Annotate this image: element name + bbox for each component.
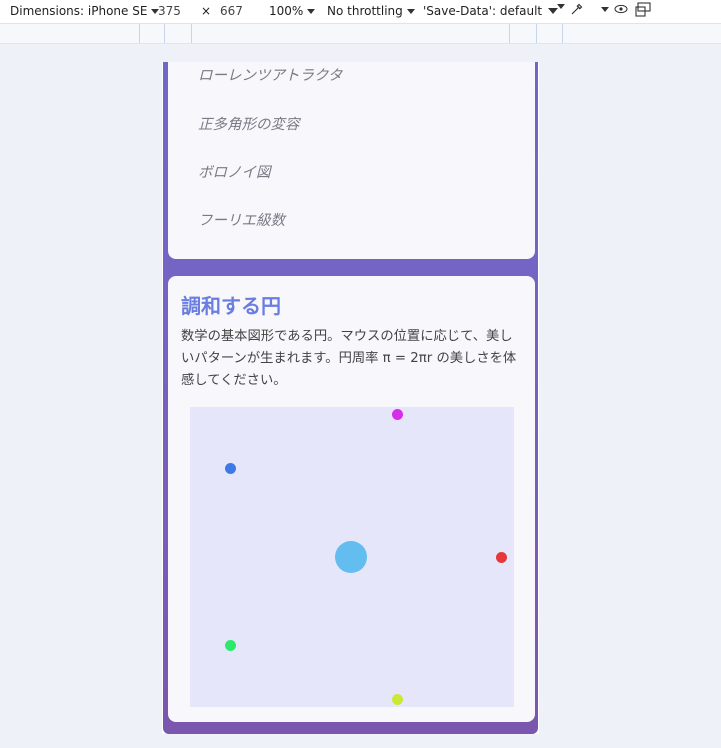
dot-blue (225, 463, 236, 474)
section-description: 数学の基本図形である円。マウスの位置に応じて、美しいパターンが生まれます。円周率… (181, 329, 517, 388)
ruler-marker[interactable] (562, 24, 563, 43)
page-background: ローレンツアトラクタ 正多角形の変容 ボロノイ図 フーリエ級数 調和する円 数学… (163, 62, 538, 734)
vision-options-button[interactable] (597, 4, 628, 14)
dot-red (496, 552, 507, 563)
height-input[interactable]: 667 (220, 4, 243, 18)
zoom-label: 100% (269, 4, 304, 18)
rotate-button[interactable] (635, 2, 652, 17)
chevron-down-icon (601, 6, 609, 12)
rotate-device-icon (635, 2, 651, 17)
zoom-select[interactable]: 100% (269, 4, 316, 18)
devtools-toolbar: Dimensions: iPhone SE 375 × 667 100% No … (0, 0, 721, 24)
ruler-marker[interactable] (164, 24, 165, 43)
throttling-label: No throttling (327, 4, 403, 18)
eye-icon (614, 4, 628, 14)
save-data-select[interactable]: 'Save-Data': default (423, 4, 559, 18)
throttling-select[interactable]: No throttling (327, 4, 415, 18)
ruler-marker[interactable] (509, 24, 510, 43)
ruler-marker[interactable] (191, 24, 192, 43)
dot-magenta (392, 409, 403, 420)
menu-item-polygon[interactable]: 正多角形の変容 (198, 113, 300, 134)
times-icon: × (201, 4, 212, 18)
chevron-down-icon (557, 4, 565, 9)
menu-item-voronoi[interactable]: ボロノイ図 (198, 161, 271, 182)
save-data-label: 'Save-Data': default (423, 4, 543, 18)
eyedropper-button[interactable] (570, 3, 583, 16)
ruler-marker[interactable] (139, 24, 140, 43)
width-input[interactable]: 375 (158, 4, 181, 18)
chevron-down-icon (406, 8, 415, 14)
ruler-marker[interactable] (536, 24, 537, 43)
device-viewport: ローレンツアトラクタ 正多角形の変容 ボロノイ図 フーリエ級数 調和する円 数学… (162, 62, 539, 734)
dot-yellow (392, 694, 403, 705)
device-label: Dimensions: iPhone SE (10, 4, 148, 18)
section-title: 調和する円 (181, 294, 281, 318)
eyedropper-icon (571, 3, 583, 15)
device-select[interactable]: Dimensions: iPhone SE (10, 4, 160, 18)
dot-center (335, 541, 367, 573)
media-query-ruler (0, 24, 721, 44)
menu-item-lorenz[interactable]: ローレンツアトラクタ (198, 64, 342, 85)
dot-green (225, 640, 236, 651)
content-card: 調和する円 数学の基本図形である円。マウスの位置に応じて、美しいパターンが生まれ… (168, 276, 535, 722)
more-options-button[interactable] (553, 4, 565, 9)
harmonic-circle-canvas[interactable] (190, 407, 514, 707)
menu-card: ローレンツアトラクタ 正多角形の変容 ボロノイ図 フーリエ級数 (168, 62, 535, 259)
chevron-down-icon (307, 8, 316, 14)
menu-item-fourier[interactable]: フーリエ級数 (198, 209, 285, 230)
